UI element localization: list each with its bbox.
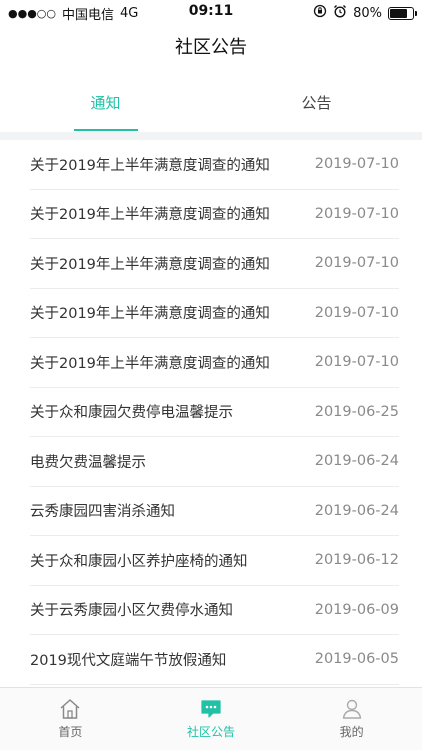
notice-title: 2019现代文庭端午节放假通知 bbox=[30, 652, 227, 669]
notice-title: 关于云秀康园小区欠费停水通知 bbox=[30, 603, 233, 620]
notice-list: 关于2019年上半年满意度调查的通知 2019-07-10 关于2019年上半年满… bbox=[0, 140, 422, 685]
status-right: 80% bbox=[313, 4, 417, 22]
page-title: 社区公告 bbox=[175, 37, 247, 58]
section-divider bbox=[0, 132, 422, 140]
notice-date: 2019-06-24 bbox=[314, 453, 399, 470]
notice-title: 电费欠费温馨提示 bbox=[30, 454, 146, 471]
chat-icon bbox=[199, 698, 223, 720]
notice-title: 关于2019年上半年满意度调查的通知 bbox=[30, 306, 270, 323]
list-item[interactable]: 关于2019年上半年满意度调查的通知 2019-07-10 bbox=[30, 239, 399, 289]
notice-date: 2019-06-24 bbox=[314, 502, 399, 519]
bottom-tab-bar: 首页 社区公告 我的 bbox=[0, 687, 422, 750]
list-item[interactable]: 2019现代文庭端午节放假通知 2019-06-05 bbox=[30, 635, 399, 685]
battery-percent: 80% bbox=[353, 5, 382, 21]
notice-title: 关于2019年上半年满意度调查的通知 bbox=[30, 157, 270, 174]
tab-notice[interactable]: 通知 bbox=[0, 78, 211, 132]
list-item[interactable]: 关于2019年上半年满意度调查的通知 2019-07-10 bbox=[30, 289, 399, 338]
tab-bar-top: 通知 公告 bbox=[0, 78, 422, 132]
tab-notice-label: 通知 bbox=[90, 94, 121, 112]
alarm-icon bbox=[333, 4, 347, 22]
notice-title: 关于2019年上半年满意度调查的通知 bbox=[30, 207, 270, 224]
battery-icon bbox=[388, 6, 417, 20]
user-icon bbox=[340, 698, 364, 720]
notice-date: 2019-06-12 bbox=[314, 552, 399, 569]
list-item[interactable]: 关于众和康园小区养护座椅的通知 2019-06-12 bbox=[30, 536, 399, 586]
list-item[interactable]: 云秀康园四害消杀通知 2019-06-24 bbox=[30, 487, 399, 536]
notice-date: 2019-06-05 bbox=[314, 651, 399, 668]
notice-date: 2019-07-10 bbox=[314, 304, 399, 321]
notice-date: 2019-07-10 bbox=[314, 205, 399, 222]
list-item[interactable]: 电费欠费温馨提示 2019-06-24 bbox=[30, 437, 399, 487]
list-item[interactable]: 关于众和康园欠费停电温馨提示 2019-06-25 bbox=[30, 388, 399, 437]
tabbar-mine[interactable]: 我的 bbox=[281, 688, 422, 750]
active-tab-indicator bbox=[74, 129, 138, 131]
status-bar: ●●●○○ 中国电信 4G 09:11 80% bbox=[0, 0, 422, 26]
tab-announcement[interactable]: 公告 bbox=[211, 78, 422, 132]
home-icon bbox=[58, 698, 82, 720]
list-item[interactable]: 关于2019年上半年满意度调查的通知 2019-07-10 bbox=[30, 338, 399, 388]
notice-title: 关于2019年上半年满意度调查的通知 bbox=[30, 355, 270, 372]
list-item[interactable]: 关于2019年上半年满意度调查的通知 2019-07-10 bbox=[30, 190, 399, 239]
notice-title: 关于众和康园欠费停电温馨提示 bbox=[30, 405, 233, 422]
notice-title: 关于2019年上半年满意度调查的通知 bbox=[30, 256, 270, 273]
notice-date: 2019-07-10 bbox=[314, 354, 399, 371]
tabbar-community-notice[interactable]: 社区公告 bbox=[141, 688, 282, 750]
notice-date: 2019-06-09 bbox=[314, 601, 399, 618]
tabbar-mine-label: 我的 bbox=[339, 725, 364, 739]
notice-date: 2019-06-25 bbox=[314, 403, 399, 420]
tabbar-home-label: 首页 bbox=[58, 725, 83, 739]
tab-announcement-label: 公告 bbox=[301, 94, 332, 112]
tabbar-home[interactable]: 首页 bbox=[0, 688, 141, 750]
tabbar-community-notice-label: 社区公告 bbox=[187, 725, 236, 739]
list-item[interactable]: 关于2019年上半年满意度调查的通知 2019-07-10 bbox=[30, 140, 399, 190]
notice-title: 云秀康园四害消杀通知 bbox=[30, 504, 175, 521]
notice-date: 2019-07-10 bbox=[314, 255, 399, 272]
notice-date: 2019-07-10 bbox=[314, 156, 399, 173]
rotation-lock-icon bbox=[313, 4, 327, 22]
notice-title: 关于众和康园小区养护座椅的通知 bbox=[30, 553, 248, 570]
list-item[interactable]: 关于云秀康园小区欠费停水通知 2019-06-09 bbox=[30, 586, 399, 635]
battery-level bbox=[390, 8, 408, 18]
